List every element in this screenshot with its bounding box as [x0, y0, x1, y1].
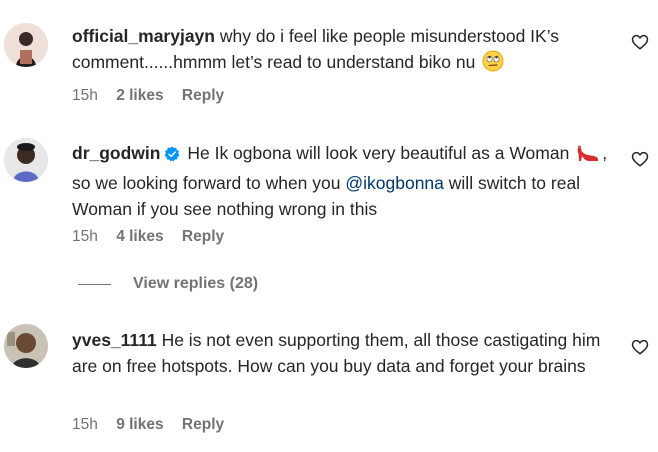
face-with-rolling-eyes-icon — [482, 50, 504, 79]
high-heeled-shoe-icon — [576, 141, 600, 170]
comment-meta: 15h 4 likes Reply — [72, 228, 238, 246]
mention-link[interactable]: @ikogbonna — [345, 173, 444, 193]
heart-outline-icon[interactable] — [631, 33, 649, 51]
likes-count[interactable]: 2 likes — [116, 87, 163, 104]
comment-meta: 15h 9 likes Reply — [72, 416, 238, 434]
comment-body: He Ik ogbona will look very beautiful as… — [187, 143, 570, 163]
divider-line — [78, 283, 111, 285]
username[interactable]: dr_godwin — [72, 143, 160, 163]
avatar[interactable] — [4, 138, 48, 182]
likes-count[interactable]: 4 likes — [116, 228, 163, 245]
reply-button[interactable]: Reply — [182, 228, 224, 245]
likes-count[interactable]: 9 likes — [116, 416, 163, 433]
heart-outline-icon[interactable] — [631, 150, 649, 168]
heart-outline-icon[interactable] — [631, 338, 649, 356]
timestamp: 15h — [72, 416, 98, 433]
comment-meta: 15h 2 likes Reply — [72, 87, 238, 105]
view-replies-label: View replies (28) — [133, 275, 259, 292]
username[interactable]: yves_1111 — [72, 330, 157, 350]
timestamp: 15h — [72, 87, 98, 104]
username[interactable]: official_maryjayn — [72, 26, 215, 46]
comment-text: yves_1111 He is not even supporting them… — [72, 327, 617, 379]
avatar[interactable] — [4, 23, 48, 67]
reply-button[interactable]: Reply — [182, 416, 224, 433]
verified-badge-icon — [164, 143, 180, 169]
timestamp: 15h — [72, 228, 98, 245]
avatar[interactable] — [4, 324, 48, 368]
comment-text: official_maryjayn why do i feel like peo… — [72, 23, 617, 79]
comment-text: dr_godwin He Ik ogbona will look very be… — [72, 140, 617, 222]
view-replies-button[interactable]: View replies (28) — [78, 275, 258, 293]
reply-button[interactable]: Reply — [182, 87, 224, 104]
